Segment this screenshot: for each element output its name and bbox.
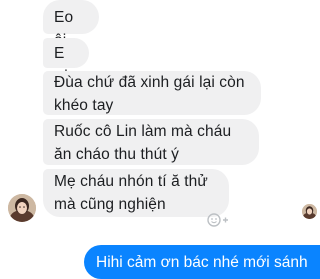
received-message[interactable]: Eo ôi: [43, 0, 99, 49]
sender-avatar[interactable]: [8, 194, 36, 222]
received-message[interactable]: E ơi: [43, 38, 89, 85]
chat-thread: Eo ôi E ơi Đùa chứ đã xinh gái lại còn k…: [0, 0, 320, 279]
received-message[interactable]: Ruốc cô Lin làm mà cháu ăn cháo thu thút…: [43, 119, 259, 165]
message-text: Hihi cảm ơn bác nhé mới sánh: [96, 254, 308, 271]
message-text: Ruốc cô Lin làm mà cháu ăn cháo thu thút…: [54, 123, 232, 163]
sent-message[interactable]: Hihi cảm ơn bác nhé mới sánh: [84, 245, 320, 279]
read-receipt-avatar: [302, 204, 317, 219]
emoji-plus-icon: [207, 213, 228, 227]
received-message[interactable]: Đùa chứ đã xinh gái lại còn khéo tay: [43, 71, 261, 115]
message-text: Đùa chứ đã xinh gái lại còn khéo tay: [54, 74, 245, 114]
avatar-image: [302, 204, 317, 219]
message-text: Mẹ cháu nhón tí ă thử mà cũng nghiện: [54, 173, 208, 213]
avatar-image: [8, 194, 36, 222]
received-message[interactable]: Mẹ cháu nhón tí ă thử mà cũng nghiện: [43, 169, 229, 217]
add-reaction-button[interactable]: [207, 211, 229, 229]
